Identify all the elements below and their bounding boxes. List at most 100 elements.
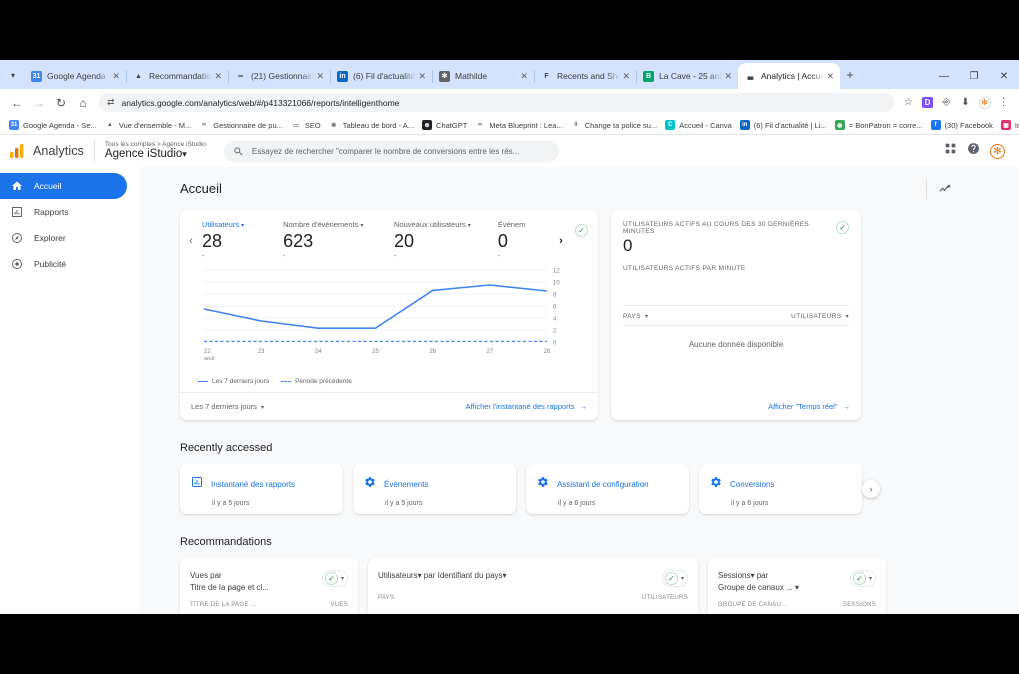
reload-icon[interactable]: ↻ bbox=[50, 92, 72, 114]
svg-text:27: 27 bbox=[486, 349, 493, 355]
recently-accessed-next-button[interactable]: › bbox=[862, 480, 880, 498]
browser-tab[interactable]: ✻ Mathilde ✕ bbox=[432, 63, 535, 89]
recommendation-card[interactable]: Sessions▾ par Groupe de canaux ... ▾ ✓ ▾ GRO… bbox=[708, 558, 886, 614]
minimize-button[interactable]: — bbox=[929, 71, 959, 82]
profile-avatar[interactable]: ✻ bbox=[975, 93, 994, 112]
browser-tab[interactable]: B La Cave - 25 ans de La C✕ bbox=[636, 63, 739, 89]
sidebar-item-accueil[interactable]: Accueil bbox=[0, 173, 127, 199]
browser-tab[interactable]: ∞ (21) Gestionnaire de pub✕ bbox=[228, 63, 331, 89]
sidebar-item-explorer[interactable]: Explorer bbox=[0, 225, 127, 251]
recently-accessed-card[interactable]: Événements il y a 5 jours bbox=[353, 464, 516, 514]
browser-tab[interactable]: ▃ Analytics | Accueil ✕ bbox=[738, 63, 840, 89]
tab-close-icon[interactable]: ✕ bbox=[314, 71, 326, 82]
metric-value: 0 bbox=[497, 231, 508, 251]
recommendation-status[interactable]: ✓ ▾ bbox=[321, 570, 348, 587]
metric-card[interactable]: Nombre d'événements ▾ 623 - bbox=[283, 220, 394, 260]
recommendation-status[interactable]: ✓ ▾ bbox=[661, 570, 688, 587]
browser-tab[interactable]: F Recents and Sharing – Fi✕ bbox=[534, 63, 637, 89]
recently-accessed-card[interactable]: Assistant de configuration il y a 6 jours bbox=[526, 464, 689, 514]
close-button[interactable]: ✕ bbox=[989, 71, 1019, 82]
metric-card[interactable]: Utilisateurs ▾ 28 - bbox=[202, 220, 283, 260]
recommendation-card[interactable]: Utilisateurs▾ par Identifiant du pays▾ ✓ ▾… bbox=[368, 558, 698, 614]
breadcrumb: Tous les comptes > Agence iStudio bbox=[104, 140, 206, 148]
help-icon[interactable] bbox=[967, 142, 980, 160]
maximize-button[interactable]: ❐ bbox=[959, 71, 989, 82]
bookmark-item[interactable]: ▣Instagram bbox=[997, 120, 1019, 130]
bookmark-item[interactable]: 31 Google Agenda - Se... bbox=[5, 120, 101, 130]
bookmark-item[interactable]: ▲ Vue d'ensemble - M... bbox=[101, 120, 195, 130]
calendar-icon: 31 bbox=[9, 120, 19, 130]
window-controls: — ❐ ✕ bbox=[929, 63, 1019, 89]
analytics-icon: ▲ bbox=[135, 72, 142, 80]
bookmark-item[interactable]: ‖ Change ta police su... bbox=[567, 120, 662, 130]
browser-tab[interactable]: 31 Google Agenda - Semain✕ bbox=[24, 63, 127, 89]
tab-close-icon[interactable]: ✕ bbox=[110, 71, 122, 82]
chevron-down-icon[interactable]: ▾ bbox=[341, 575, 344, 582]
tab-close-icon[interactable]: ✕ bbox=[518, 71, 530, 82]
chevron-down-icon[interactable]: ▾ bbox=[681, 575, 684, 582]
metric-label[interactable]: Événem bbox=[498, 220, 545, 229]
sidebar-item-rapports[interactable]: Rapports bbox=[0, 199, 127, 225]
bookmark-item[interactable]: ∞ Gestionnaire de pu... bbox=[195, 120, 287, 130]
rec-col-left: GROUPE DE CANAU... bbox=[718, 602, 788, 608]
extension-d-icon[interactable]: D bbox=[918, 93, 937, 112]
view-report-snapshot-link[interactable]: Afficher l'instantané des rapports → bbox=[466, 402, 587, 411]
apps-grid-icon[interactable] bbox=[944, 142, 957, 160]
metric-label-text: Nouveaux utilisateurs bbox=[393, 220, 466, 229]
recommendation-status[interactable]: ✓ ▾ bbox=[849, 570, 876, 587]
metric-card[interactable]: Nouveaux utilisateurs ▾ 20 - bbox=[394, 220, 498, 260]
recently-accessed-card[interactable]: Instantané des rapports il y a 5 jours bbox=[180, 464, 343, 514]
svg-text:10: 10 bbox=[553, 281, 560, 287]
chrome-menu-icon[interactable]: ⋮ bbox=[994, 93, 1013, 112]
tab-search-icon[interactable]: ▾ bbox=[2, 62, 24, 88]
address-bar[interactable]: ⇄ analytics.google.com/analytics/web/#/p… bbox=[99, 93, 894, 112]
tab-close-icon[interactable]: ✕ bbox=[416, 71, 428, 82]
browser-tab[interactable]: ▲ Recommandations - Mai✕ bbox=[126, 63, 229, 89]
insights-trending-icon[interactable] bbox=[933, 177, 957, 201]
chevron-down-icon[interactable]: ▾ bbox=[869, 575, 872, 582]
tab-close-icon[interactable]: ✕ bbox=[824, 71, 836, 82]
recently-accessed-card[interactable]: Conversions il y a 6 jours bbox=[699, 464, 862, 514]
metric-label[interactable]: Nombre d'événements ▾ bbox=[283, 220, 388, 229]
metrics-prev-button[interactable]: ‹ bbox=[180, 220, 202, 262]
bookmark-item[interactable]: ⊛ ChatGPT bbox=[418, 120, 471, 130]
overview-card: ‹ Utilisateurs ▾ 28- Nombre d'événements ▾ 62… bbox=[180, 210, 598, 420]
forward-icon[interactable]: → bbox=[28, 92, 50, 114]
back-icon[interactable]: ← bbox=[6, 92, 28, 114]
analytics-logo[interactable]: Analytics bbox=[10, 144, 94, 158]
browser-window: ▾ 31Google Agenda - Semain✕▲Recommandati… bbox=[0, 60, 1019, 614]
bookmark-label: = BonPatron = corre... bbox=[848, 120, 923, 130]
bookmark-item[interactable]: C Accueil - Canva bbox=[661, 120, 736, 130]
recommendation-card[interactable]: Vues par Titre de la page et cl... ✓ ▾ TITRE… bbox=[180, 558, 358, 614]
sidebar-item-publicit[interactable]: Publicité bbox=[0, 251, 127, 277]
view-realtime-link[interactable]: Afficher "Temps réel" → bbox=[768, 402, 850, 411]
browser-tab[interactable]: in (6) Fil d'actualité | LinkedI✕ bbox=[330, 63, 433, 89]
extension-icon[interactable]: ⎆ bbox=[937, 93, 956, 112]
metric-label[interactable]: Utilisateurs ▾ bbox=[202, 220, 277, 229]
bookmark-item[interactable]: ▭ SEO bbox=[287, 120, 325, 130]
new-tab-button[interactable]: + bbox=[840, 62, 860, 88]
user-avatar-icon[interactable]: ✻ bbox=[990, 143, 1005, 159]
bookmark-item[interactable]: ✻ Tableau de bord - A... bbox=[325, 120, 418, 130]
star-icon[interactable]: ☆ bbox=[899, 93, 918, 112]
realtime-col-users[interactable]: UTILISATEURS ▾ bbox=[791, 313, 849, 320]
bookmark-item[interactable]: ◉ = BonPatron = corre... bbox=[831, 120, 927, 130]
rec-col-right: UTILISATEURS bbox=[641, 595, 688, 601]
download-icon[interactable]: ⬇ bbox=[956, 93, 975, 112]
site-settings-icon[interactable]: ⇄ bbox=[107, 97, 115, 108]
metric-card[interactable]: Événem 0 - bbox=[498, 220, 551, 260]
tab-close-icon[interactable]: ✕ bbox=[620, 71, 632, 82]
home-icon[interactable]: ⌂ bbox=[72, 92, 94, 114]
account-selector[interactable]: Tous les comptes > Agence iStudio Agence… bbox=[95, 140, 216, 161]
search-input[interactable]: Essayez de rechercher "comparer le nombr… bbox=[223, 140, 559, 162]
tab-close-icon[interactable]: ✕ bbox=[722, 71, 734, 82]
bookmark-item[interactable]: f (30) Facebook bbox=[927, 120, 997, 130]
bookmark-item[interactable]: in (6) Fil d'actualité | Li... bbox=[736, 120, 831, 130]
metric-label[interactable]: Nouveaux utilisateurs ▾ bbox=[394, 220, 492, 229]
date-range-selector[interactable]: Les 7 derniers jours ▾ bbox=[191, 402, 264, 411]
bookmark-item[interactable]: ∞ Meta Blueprint : Lea... bbox=[471, 120, 566, 130]
realtime-col-country[interactable]: PAYS ▾ bbox=[623, 313, 648, 320]
svg-text:0: 0 bbox=[553, 341, 557, 347]
tab-close-icon[interactable]: ✕ bbox=[212, 71, 224, 82]
metrics-next-button[interactable]: › bbox=[551, 220, 571, 262]
